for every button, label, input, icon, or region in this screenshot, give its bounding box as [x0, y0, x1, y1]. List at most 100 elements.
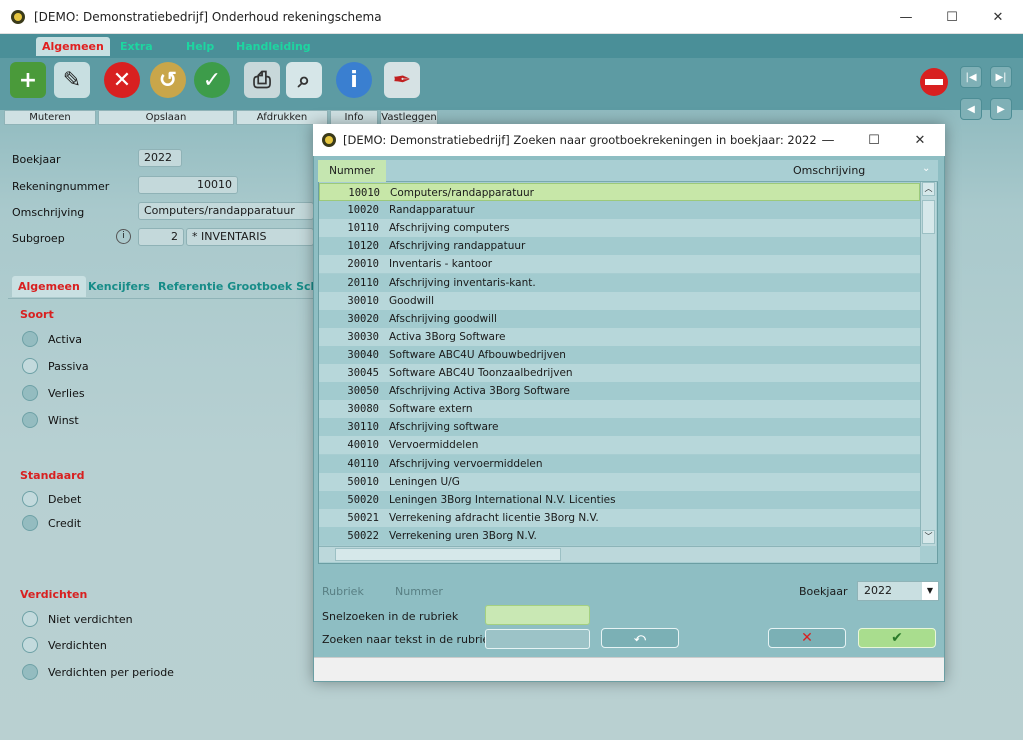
table-row[interactable]: 40010 Vervoermiddelen [319, 436, 920, 455]
radio-winst-label: Winst [48, 414, 79, 427]
tab-algemeen[interactable]: Algemeen [12, 276, 86, 297]
table-row[interactable]: 10020 Randapparatuur [319, 201, 920, 220]
grid-vertical-scrollbar[interactable]: ︿ ﹀ [920, 182, 936, 546]
column-header-nummer[interactable]: Nummer [318, 160, 386, 182]
hscroll-thumb[interactable] [335, 548, 561, 561]
table-row[interactable]: 30010 Goodwill [319, 291, 920, 310]
table-row[interactable]: 10010 Computers/randapparatuur [319, 183, 920, 201]
radio-verlies[interactable] [22, 385, 38, 401]
menu-help[interactable]: Help [186, 40, 214, 53]
radio-passiva[interactable] [22, 358, 38, 374]
close-button[interactable]: ✕ [975, 0, 1021, 34]
table-row[interactable]: 50022 Verrekening uren 3Borg N.V. [319, 526, 920, 545]
radio-debet[interactable] [22, 491, 38, 507]
app-logo-icon [10, 9, 26, 25]
radio-credit[interactable] [22, 515, 38, 531]
table-row[interactable]: 20010 Inventaris - kantoor [319, 255, 920, 274]
table-row[interactable]: 30080 Software extern [319, 400, 920, 419]
dialog-ok-button[interactable]: ✔ [858, 628, 936, 648]
row-omschrijving: Verrekening uren 3Borg N.V. [389, 529, 537, 542]
menu-extra[interactable]: Extra [120, 40, 153, 53]
column-chooser-icon[interactable]: ⌄ [922, 163, 930, 174]
subgroep-info-icon[interactable]: i [116, 229, 131, 244]
radio-winst[interactable] [22, 412, 38, 428]
menu-handleiding[interactable]: Handleiding [236, 40, 311, 53]
scroll-thumb[interactable] [922, 200, 935, 234]
row-nummer: 30050 [347, 385, 379, 398]
table-row[interactable]: 10120 Afschrijving randappatuur [319, 237, 920, 256]
add-icon[interactable]: + [10, 62, 46, 98]
table-row[interactable]: 30020 Afschrijving goodwill [319, 309, 920, 328]
row-omschrijving: Activa 3Borg Software [389, 330, 506, 343]
boekjaar-field[interactable]: 2022 [138, 149, 182, 167]
preview-icon[interactable]: ⌕ [286, 62, 322, 98]
table-row[interactable]: 50010 Leningen U/G [319, 472, 920, 491]
dialog-title-bar: [DEMO: Demonstratiebedrijf] Zoeken naar … [313, 124, 945, 156]
print-icon[interactable]: ⎙ [244, 62, 280, 98]
row-nummer: 10110 [347, 222, 379, 235]
row-omschrijving: Vervoermiddelen [389, 439, 479, 452]
tab-kencijfers[interactable]: Kencijfers [88, 280, 150, 293]
zoeken-input[interactable] [485, 629, 590, 649]
cancel-icon[interactable]: ✕ [104, 62, 140, 98]
menu-algemeen[interactable]: Algemeen [36, 37, 110, 56]
table-row[interactable]: 30045 Software ABC4U Toonzaalbedrijven [319, 364, 920, 382]
tab-referentie[interactable]: Referentie Grootboek Scher [158, 280, 331, 293]
radio-activa-label: Activa [48, 333, 82, 346]
sign-icon[interactable]: ✒ [384, 62, 420, 98]
last-record-icon[interactable]: ▶| [990, 66, 1012, 88]
scroll-down-icon[interactable]: ﹀ [922, 530, 935, 544]
toolbar-group-opslaan: Opslaan [98, 110, 234, 125]
omschrijving-field[interactable]: Computers/randapparatuur [138, 202, 314, 220]
edit-icon[interactable]: ✎ [54, 62, 90, 98]
rubriek-label: Rubriek [322, 585, 364, 598]
snelzoeken-input[interactable] [485, 605, 590, 625]
dialog-cancel-button[interactable]: ✕ [768, 628, 846, 648]
table-row[interactable]: 30050 Afschrijving Activa 3Borg Software [319, 382, 920, 401]
window-title: [DEMO: Demonstratiebedrijf] Onderhoud re… [34, 10, 382, 24]
radio-niet-verdichten[interactable] [22, 611, 38, 627]
zoeken-label: Zoeken naar tekst in de rubriek [322, 633, 496, 646]
radio-verdichten[interactable] [22, 637, 38, 653]
next-record-icon[interactable]: ▶ [990, 98, 1012, 120]
table-row[interactable]: 30030 Activa 3Borg Software [319, 327, 920, 346]
stop-icon[interactable] [920, 68, 948, 96]
dialog-status-bar [314, 657, 944, 681]
grid-horizontal-scrollbar[interactable] [319, 546, 920, 562]
radio-verdichten-per-periode[interactable] [22, 664, 38, 680]
dialog-minimize-button[interactable]: — [805, 124, 851, 156]
dialog-boekjaar-select[interactable]: 2022 ▼ [857, 581, 939, 601]
dropdown-arrow-icon[interactable]: ▼ [922, 582, 938, 600]
maximize-button[interactable]: ☐ [929, 0, 975, 34]
row-nummer: 50020 [347, 493, 379, 506]
previous-record-icon[interactable]: ◀ [960, 98, 982, 120]
minimize-button[interactable]: — [883, 0, 929, 34]
table-row[interactable]: 50021 Verrekening afdracht licentie 3Borg… [319, 508, 920, 527]
subgroep-number-field[interactable]: 2 [138, 228, 184, 246]
search-text-button[interactable]: ⤺ [601, 628, 679, 648]
scroll-up-icon[interactable]: ︿ [922, 182, 935, 196]
confirm-icon[interactable]: ✓ [194, 62, 230, 98]
table-row[interactable]: 30110 Afschrijving software [319, 418, 920, 437]
dialog-maximize-button[interactable]: ☐ [851, 124, 897, 156]
toolbar-group-vastleggen: Vastleggen [380, 110, 438, 125]
table-row[interactable]: 40110 Afschrijving vervoermiddelen [319, 454, 920, 473]
title-bar: [DEMO: Demonstratiebedrijf] Onderhoud re… [0, 0, 1023, 34]
dialog-boekjaar-label: Boekjaar [799, 585, 848, 598]
row-nummer: 20010 [347, 258, 379, 271]
table-row[interactable]: 20110 Afschrijving inventaris-kant. [319, 273, 920, 292]
radio-niet-verdichten-label: Niet verdichten [48, 613, 133, 626]
subgroep-label: Subgroep [12, 232, 65, 245]
column-header-omschrijving[interactable]: Omschrijving [793, 164, 865, 177]
table-row[interactable]: 50020 Leningen 3Borg International N.V. L… [319, 490, 920, 509]
radio-activa[interactable] [22, 331, 38, 347]
info-icon[interactable]: i [336, 62, 372, 98]
table-row[interactable]: 30040 Software ABC4U Afbouwbedrijven [319, 345, 920, 364]
table-row[interactable]: 10110 Afschrijving computers [319, 219, 920, 238]
dialog-close-button[interactable]: ✕ [897, 124, 943, 156]
undo-icon[interactable]: ↺ [150, 62, 186, 98]
rekeningnummer-field[interactable]: 10010 [138, 176, 238, 194]
first-record-icon[interactable]: |◀ [960, 66, 982, 88]
row-nummer: 10120 [347, 240, 379, 253]
menu-bar [0, 34, 1023, 58]
